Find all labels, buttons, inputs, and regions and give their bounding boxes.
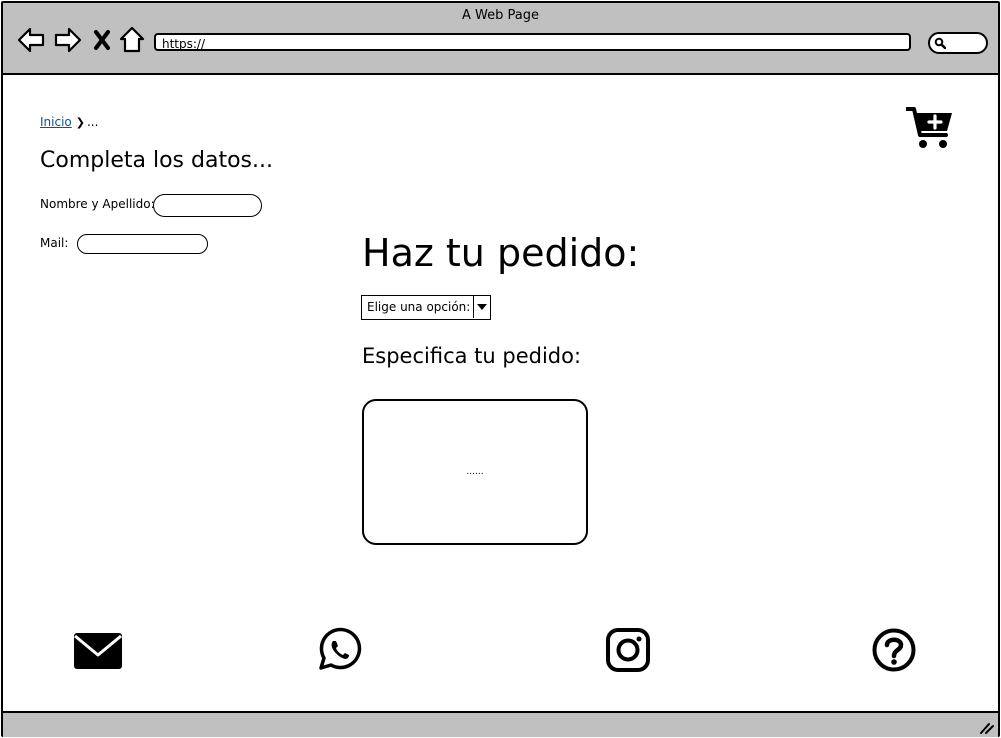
order-title: Haz tu pedido: (362, 231, 640, 275)
window-title: A Web Page (462, 8, 539, 23)
form-title: Completa los datos... (40, 148, 273, 173)
textarea-placeholder: ...... (466, 467, 484, 477)
resize-grip-icon[interactable] (978, 720, 994, 734)
spec-title: Especifica tu pedido: (362, 344, 582, 368)
chevron-down-icon[interactable] (473, 296, 490, 318)
browser-search-input[interactable] (928, 32, 988, 54)
close-icon[interactable] (91, 25, 113, 55)
order-option-select[interactable]: Elige una opción: (361, 295, 491, 320)
browser-chrome: A Web Page https:// (3, 3, 998, 75)
url-input[interactable]: https:// (154, 33, 911, 51)
name-field[interactable] (153, 194, 262, 217)
whatsapp-icon[interactable] (315, 627, 365, 673)
name-label: Nombre y Apellido: (40, 197, 155, 211)
help-icon[interactable] (869, 627, 919, 673)
mail-field[interactable] (77, 234, 208, 254)
breadcrumb-home-link[interactable]: Inicio (40, 115, 72, 129)
add-to-cart-icon[interactable] (905, 105, 954, 151)
browser-window: A Web Page https:// Inicio ❯... Completa… (1, 1, 1000, 737)
instagram-icon[interactable] (603, 627, 653, 673)
breadcrumb-current: ... (86, 115, 99, 129)
order-details-textarea[interactable]: ...... (362, 399, 588, 545)
breadcrumb: Inicio ❯... (40, 115, 98, 129)
search-icon (934, 37, 946, 49)
breadcrumb-separator: ❯ (75, 116, 85, 129)
mail-label: Mail: (40, 236, 69, 250)
home-icon[interactable] (118, 25, 146, 55)
select-value: Elige una opción: (367, 300, 471, 314)
back-arrow-icon[interactable] (16, 25, 46, 55)
status-bar (3, 711, 998, 737)
forward-arrow-icon[interactable] (53, 25, 83, 55)
mail-icon[interactable] (73, 627, 123, 673)
